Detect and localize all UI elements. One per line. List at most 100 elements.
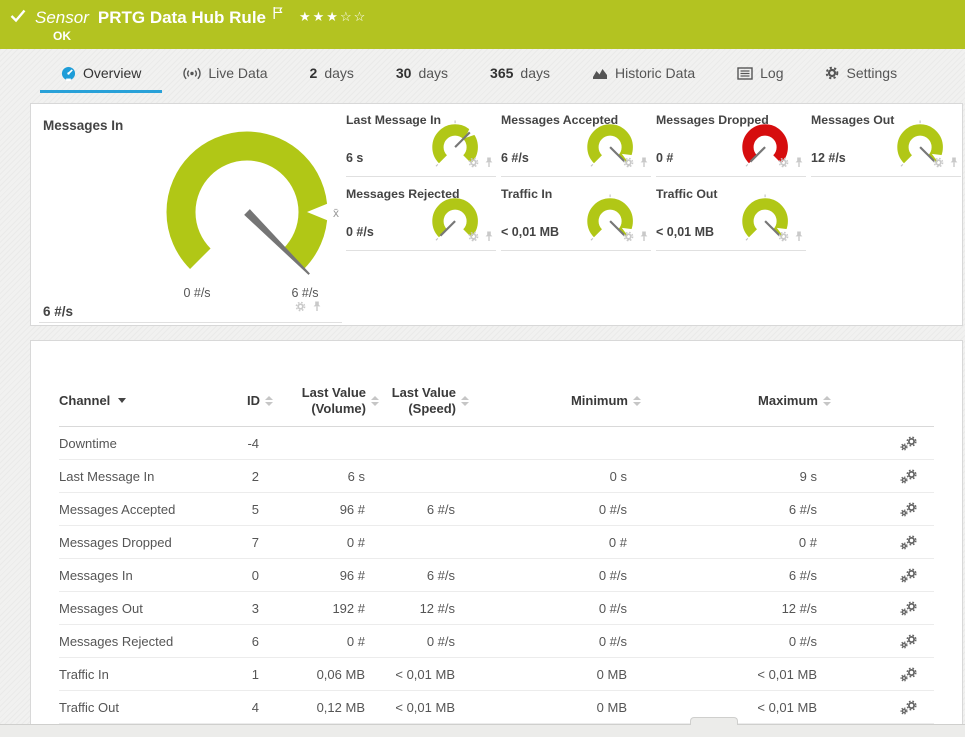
column-header-minimum[interactable]: Minimum <box>469 393 641 408</box>
table-header-row: Channel ID Last Value(Volume) Last Value… <box>59 375 934 427</box>
gauge-pin-icon[interactable] <box>639 155 649 173</box>
channel-id: 7 <box>229 535 273 550</box>
last-value-speed: 0 #/s <box>379 634 469 649</box>
tab-30-days[interactable]: 30 days <box>375 58 469 93</box>
gauge-panel-messages-rejected[interactable]: Messages Rejected 0 #/s <box>346 184 496 251</box>
gauge-title: Messages Rejected <box>346 187 459 201</box>
gauge-pin-icon[interactable] <box>484 229 494 247</box>
channel-settings-gears-icon[interactable] <box>831 502 934 517</box>
minimum-value: 0 s <box>469 469 641 484</box>
last-value-volume: 0 # <box>273 634 379 649</box>
last-value-volume: 0,12 MB <box>273 700 379 715</box>
channel-name-link[interactable]: Last Message In <box>59 469 229 484</box>
sort-desc-icon <box>118 398 126 403</box>
maximum-value: 0 #/s <box>641 634 831 649</box>
sort-icon <box>461 396 469 406</box>
tab-365-days[interactable]: 365 days <box>469 58 571 93</box>
tab-settings[interactable]: Settings <box>804 58 918 93</box>
channel-name-link[interactable]: Messages Dropped <box>59 535 229 550</box>
priority-stars[interactable]: ★★★☆☆ <box>299 9 367 25</box>
column-header-channel[interactable]: Channel <box>59 393 229 408</box>
gauge-panel-traffic-in[interactable]: Traffic In < 0,01 MB <box>501 184 651 251</box>
column-header-last-value-speed[interactable]: Last Value(Speed) <box>379 385 469 417</box>
channel-settings-gears-icon[interactable] <box>831 469 934 484</box>
gauge-panel-messages-accepted[interactable]: Messages Accepted 6 #/s <box>501 110 651 177</box>
priority-flag-icon[interactable] <box>273 6 283 24</box>
area-chart-icon <box>592 67 608 80</box>
channel-settings-gears-icon[interactable] <box>831 436 934 451</box>
channel-name-link[interactable]: Messages Out <box>59 601 229 616</box>
gauge-panel-messages-dropped[interactable]: Messages Dropped 0 # <box>656 110 806 177</box>
column-label: ID <box>247 393 260 408</box>
gauge-pin-icon[interactable] <box>794 155 804 173</box>
tab-live-data[interactable]: Live Data <box>162 58 288 93</box>
channel-settings-gears-icon[interactable] <box>831 601 934 616</box>
gauges-panel: Messages In 0 #/s 6 #/s x̄ 6 #/s Last Me… <box>30 103 963 326</box>
channel-name-link[interactable]: Messages Accepted <box>59 502 229 517</box>
gauge-settings-gear-icon[interactable] <box>468 155 479 173</box>
gauge-pin-icon[interactable] <box>484 155 494 173</box>
tab-overview[interactable]: Overview <box>40 58 162 93</box>
gauge-settings-gear-icon[interactable] <box>623 229 634 247</box>
last-value-speed: 12 #/s <box>379 601 469 616</box>
gauge-value: 6 s <box>346 151 363 165</box>
channel-settings-gears-icon[interactable] <box>831 700 934 715</box>
channel-name-link[interactable]: Downtime <box>59 436 229 451</box>
column-header-last-value-volume[interactable]: Last Value(Volume) <box>273 385 379 417</box>
gauge-settings-gear-icon[interactable] <box>778 229 789 247</box>
last-value-speed: < 0,01 MB <box>379 700 469 715</box>
gauge-pin-icon[interactable] <box>949 155 959 173</box>
sort-icon <box>265 396 273 406</box>
gauge-pin-icon[interactable] <box>312 299 322 317</box>
channel-name-link[interactable]: Traffic Out <box>59 700 229 715</box>
last-value-volume: 96 # <box>273 502 379 517</box>
maximum-value: 12 #/s <box>641 601 831 616</box>
last-value-speed: 6 #/s <box>379 568 469 583</box>
sensor-name: PRTG Data Hub Rule <box>98 8 266 28</box>
gauge-value: < 0,01 MB <box>501 225 559 239</box>
tab-label: days <box>418 65 448 81</box>
tab-label: Overview <box>83 65 141 81</box>
column-header-id[interactable]: ID <box>229 393 273 408</box>
gauge-panel-messages-in[interactable]: Messages In 0 #/s 6 #/s x̄ 6 #/s <box>39 110 342 323</box>
channel-settings-gears-icon[interactable] <box>831 535 934 550</box>
last-value-volume: 96 # <box>273 568 379 583</box>
channel-name-link[interactable]: Messages Rejected <box>59 634 229 649</box>
gauge-title: Traffic Out <box>656 187 718 201</box>
channel-name-link[interactable]: Messages In <box>59 568 229 583</box>
log-icon <box>737 67 753 80</box>
column-header-maximum[interactable]: Maximum <box>641 393 831 408</box>
gauge-pin-icon[interactable] <box>794 229 804 247</box>
channel-id: -4 <box>229 436 273 451</box>
channel-settings-gears-icon[interactable] <box>831 568 934 583</box>
maximum-value: 0 # <box>641 535 831 550</box>
footer-collapse-handle[interactable] <box>690 717 738 725</box>
gauge-settings-gear-icon[interactable] <box>468 229 479 247</box>
object-kind-label: Sensor <box>35 8 89 28</box>
minimum-value: 0 #/s <box>469 502 641 517</box>
tab-label: Log <box>760 65 783 81</box>
channel-id: 2 <box>229 469 273 484</box>
gauge-settings-gear-icon[interactable] <box>778 155 789 173</box>
minimum-value: 0 #/s <box>469 601 641 616</box>
average-notch <box>451 235 459 244</box>
gauge-settings-gear-icon[interactable] <box>623 155 634 173</box>
gauge-panel-traffic-out[interactable]: Traffic Out < 0,01 MB <box>656 184 806 251</box>
tab-label: Historic Data <box>615 65 695 81</box>
gauge-pin-icon[interactable] <box>639 229 649 247</box>
sensor-status-badge: OK <box>53 29 71 43</box>
tab-2-days[interactable]: 2 days <box>289 58 375 93</box>
gauge-settings-gear-icon[interactable] <box>295 299 306 317</box>
channel-settings-gears-icon[interactable] <box>831 667 934 682</box>
tab-log[interactable]: Log <box>716 58 804 93</box>
table-row-downtime: Downtime -4 <box>59 427 934 460</box>
channel-name-link[interactable]: Traffic In <box>59 667 229 682</box>
table-row-traffic-in: Traffic In 1 0,06 MB < 0,01 MB 0 MB < 0,… <box>59 658 934 691</box>
sensor-header: Sensor PRTG Data Hub Rule ★★★☆☆ OK <box>0 0 965 49</box>
channel-settings-gears-icon[interactable] <box>831 634 934 649</box>
tab-historic-data[interactable]: Historic Data <box>571 58 716 93</box>
gauge-settings-gear-icon[interactable] <box>933 155 944 173</box>
gauge-panel-messages-out[interactable]: Messages Out 12 #/s <box>811 110 961 177</box>
gauge-panel-last-message-in[interactable]: Last Message In 6 s <box>346 110 496 177</box>
gauge-value: 0 # <box>656 151 673 165</box>
